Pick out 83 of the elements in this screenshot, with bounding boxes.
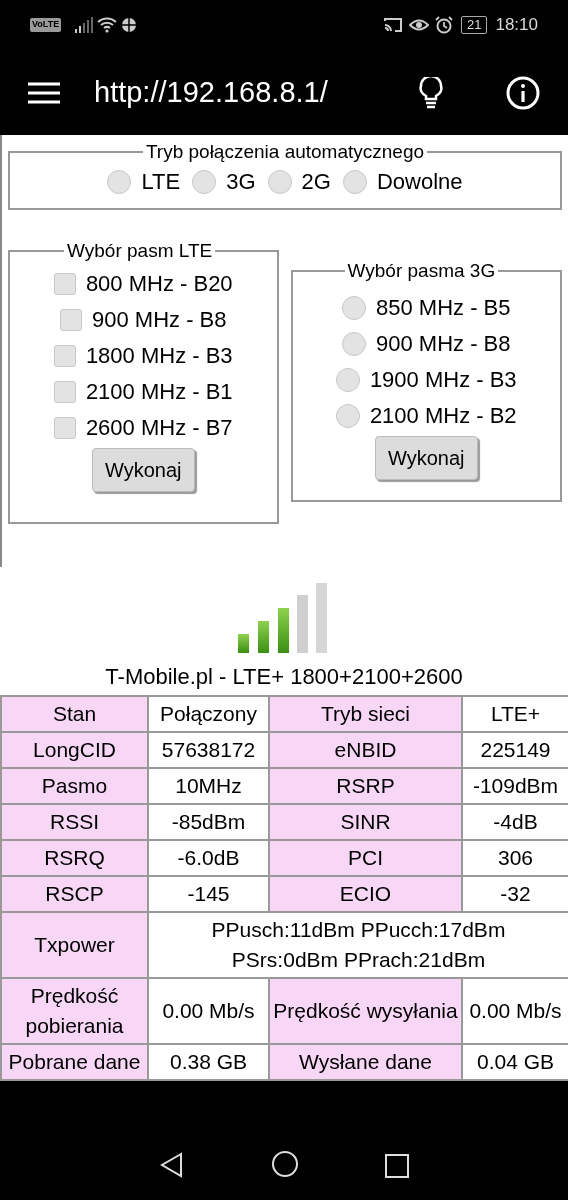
group-legend: Wybór pasma 3G [344,260,499,282]
band-label: 1800 MHz - B3 [85,342,233,370]
label-cell: Stan [1,696,148,732]
operator-info: T-Mobile.pl - LTE+ 1800+2100+2600 [104,663,464,691]
value-cell: -85dBm [148,804,269,840]
radio-button[interactable] [192,169,217,194]
label-cell: Pobrane dane [1,1044,148,1080]
label-cell: PCI [269,840,462,876]
value-cell: -109dBm [462,768,568,804]
label-cell: ECIO [269,876,462,912]
value-cell: 10MHz [148,768,269,804]
label-cell: LongCID [1,732,148,768]
label-cell: Txpower [1,912,148,978]
label-cell: RSRQ [1,840,148,876]
value-cell: 57638172 [148,732,269,768]
checkbox[interactable] [53,381,76,403]
aperture-icon [121,17,138,33]
checkbox[interactable] [53,345,76,367]
signal-strength-icon [238,583,330,653]
checkbox[interactable] [60,309,82,331]
value-cell: LTE+ [462,696,568,732]
execute-button[interactable]: Wykonaj [375,436,478,480]
band-label: 2600 MHz - B7 [85,414,233,442]
checkbox[interactable] [53,273,76,295]
label-cell: RSSI [1,804,148,840]
eye-icon [409,17,429,33]
radio-button[interactable] [335,368,360,392]
group-legend: Wybór pasm LTE [64,240,216,262]
label-cell: Wysłane dane [269,1044,462,1080]
value-cell: -4dB [462,804,568,840]
band-label: 800 MHz - B20 [85,270,233,298]
radio-button[interactable] [342,169,367,194]
band-label: 900 MHz - B8 [92,306,227,334]
band-label: 900 MHz - B8 [376,330,511,358]
value-cell: PPusch:11dBm PPucch:17dBm PSrs:0dBm PPrach:21dBm [148,912,568,978]
label-cell: eNBID [269,732,462,768]
label-cell: RSCP [1,876,148,912]
band-label: 850 MHz - B5 [376,294,511,322]
label-cell: Prędkość pobierania [1,978,148,1044]
band-label: 1900 MHz - B3 [369,366,517,394]
wifi-icon [97,17,118,33]
alarm-icon [435,16,453,34]
value-cell: -145 [148,876,269,912]
value-cell: 225149 [462,732,568,768]
recents-icon[interactable] [385,1154,409,1178]
value-cell: -6.0dB [148,840,269,876]
network-badge: VoLTE [30,18,62,32]
lightbulb-icon[interactable] [418,76,444,109]
radio-label: Dowolne [376,168,463,196]
menu-icon[interactable] [28,81,60,104]
value-cell: 0.04 GB [462,1044,568,1080]
label-cell: Prędkość wysyłania [269,978,462,1044]
value-cell: Połączony [148,696,269,732]
radio-label: 3G [226,168,256,196]
execute-button[interactable]: Wykonaj [92,448,195,492]
radio-label: LTE [141,168,181,196]
label-cell: RSRP [269,768,462,804]
radio-label: 2G [301,168,331,196]
value-cell: 0.00 Mb/s [462,978,568,1044]
signal-icon [75,17,94,33]
radio-button[interactable] [335,404,360,428]
radio-button[interactable] [267,169,292,194]
label-cell: Tryb sieci [269,696,462,732]
checkbox[interactable] [53,417,76,439]
value-cell: 306 [462,840,568,876]
value-cell: 0.38 GB [148,1044,269,1080]
value-cell: 0.00 Mb/s [148,978,269,1044]
info-icon[interactable] [506,75,540,110]
radio-button[interactable] [107,169,132,194]
radio-button[interactable] [342,296,366,320]
band-label: 2100 MHz - B1 [85,378,233,406]
label-cell: SINR [269,804,462,840]
home-icon[interactable] [271,1150,299,1178]
battery-indicator: 21 [461,16,488,34]
value-cell: -32 [462,876,568,912]
back-icon[interactable] [159,1152,185,1178]
radio-button[interactable] [342,332,366,356]
group-legend: Tryb połączenia automatycznego [142,141,428,163]
label-cell: Pasmo [1,768,148,804]
band-label: 2100 MHz - B2 [369,402,517,430]
page-url: http://192.168.8.1/ [94,74,328,110]
cast-icon [383,17,403,33]
clock: 18:10 [495,14,538,37]
